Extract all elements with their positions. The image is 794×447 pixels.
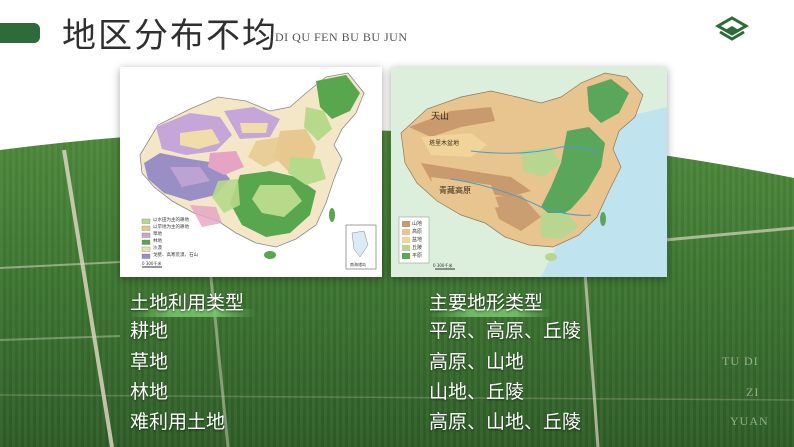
row-terrain-grassland: 高原、山地 (429, 351, 525, 373)
land-use-legend (141, 218, 151, 259)
side-pinyin-2: ZI (746, 385, 760, 399)
map-scale: 0 300千米 (142, 261, 162, 266)
row-terrain-forest: 山地、丘陵 (429, 381, 525, 403)
side-pinyin-1: TU DI (722, 354, 759, 368)
label-tianshan: 天山 (431, 112, 450, 122)
row-terrain-unusable: 高原、山地、丘陵 (429, 411, 582, 433)
slide-title: 地区分布不均 (62, 16, 278, 56)
title-pinyin: DI QU FEN BU BU JUN (275, 30, 408, 44)
row-land-forest: 林地 (130, 381, 169, 403)
legend-label-grassland: 草地 (153, 232, 162, 237)
title-accent-tab (0, 23, 40, 43)
legend-label-mountain: 山地 (412, 221, 423, 227)
legend-label-plain: 平原 (412, 253, 423, 259)
legend-label-basin: 盆地 (412, 237, 423, 243)
row-terrain-cropland: 平原、高原、丘陵 (429, 320, 582, 342)
header-land-use: 土地利用类型 (130, 292, 245, 314)
terrain-map: 天山 塔里木盆地 青藏高原 山地 高原 盆地 丘陵 平原 0 300千米 (391, 67, 667, 277)
row-land-unusable: 难利用土地 (130, 411, 226, 433)
legend-label-plateau: 高原 (412, 229, 423, 235)
land-use-map: 以水田为主的耕地 以旱地为主的耕地 草地 林地 沙漠 戈壁、高寒荒漠、石山 0 … (120, 67, 382, 277)
label-tarim-basin: 塔里木盆地 (429, 140, 460, 147)
row-land-grassland: 草地 (130, 351, 169, 373)
inset-label: 南海诸岛 (350, 262, 366, 267)
legend-label-desert: 沙漠 (153, 246, 162, 251)
layered-diamond-logo-icon (714, 16, 750, 41)
slide: 地区分布不均 DI QU FEN BU BU JUN 以水田为主的耕地 以旱地为… (0, 0, 794, 447)
header-terrain: 主要地形类型 (429, 292, 544, 314)
terrain-map-drawing (391, 67, 667, 277)
legend-label-gobi: 戈壁、高寒荒漠、石山 (153, 253, 198, 258)
row-land-cropland: 耕地 (130, 320, 169, 342)
legend-label-paddy: 以水田为主的耕地 (153, 218, 189, 223)
legend-label-hills: 丘陵 (412, 245, 423, 251)
label-plateau: 青藏高原 (439, 186, 471, 195)
map-scale: 0 300千米 (433, 263, 453, 268)
side-pinyin-3: YUAN (730, 414, 769, 428)
legend-label-forest: 林地 (153, 239, 162, 244)
legend-label-dryland: 以旱地为主的耕地 (153, 225, 189, 230)
